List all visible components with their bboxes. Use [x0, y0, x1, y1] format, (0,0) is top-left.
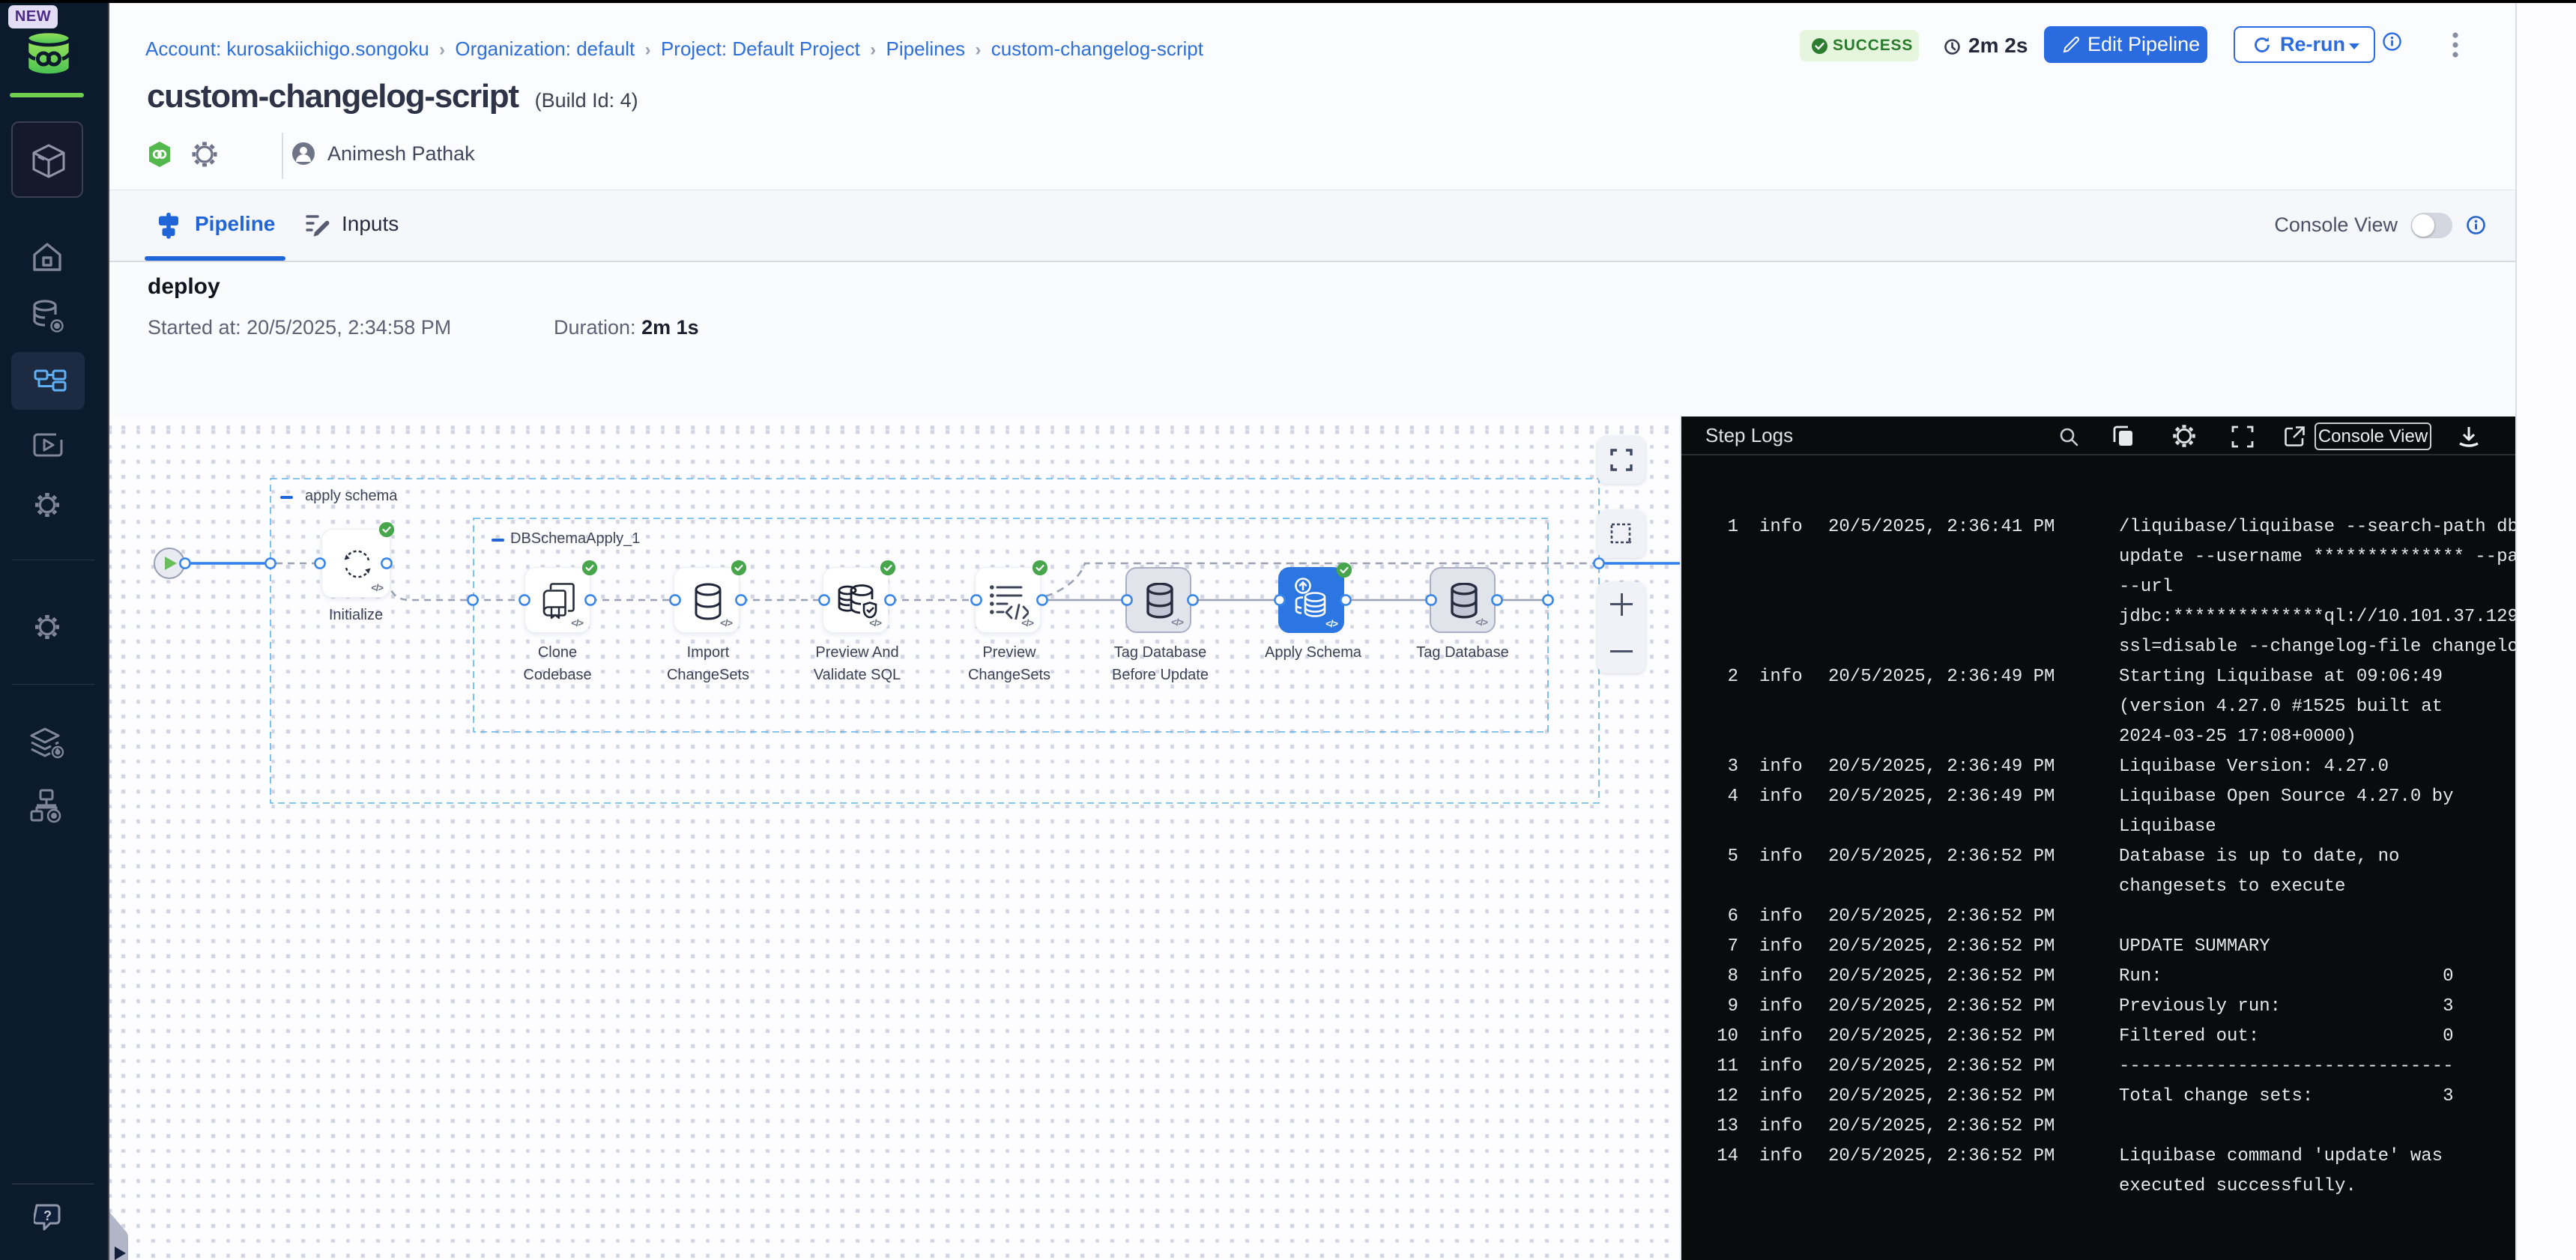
svg-text:?: ?	[43, 1208, 52, 1223]
